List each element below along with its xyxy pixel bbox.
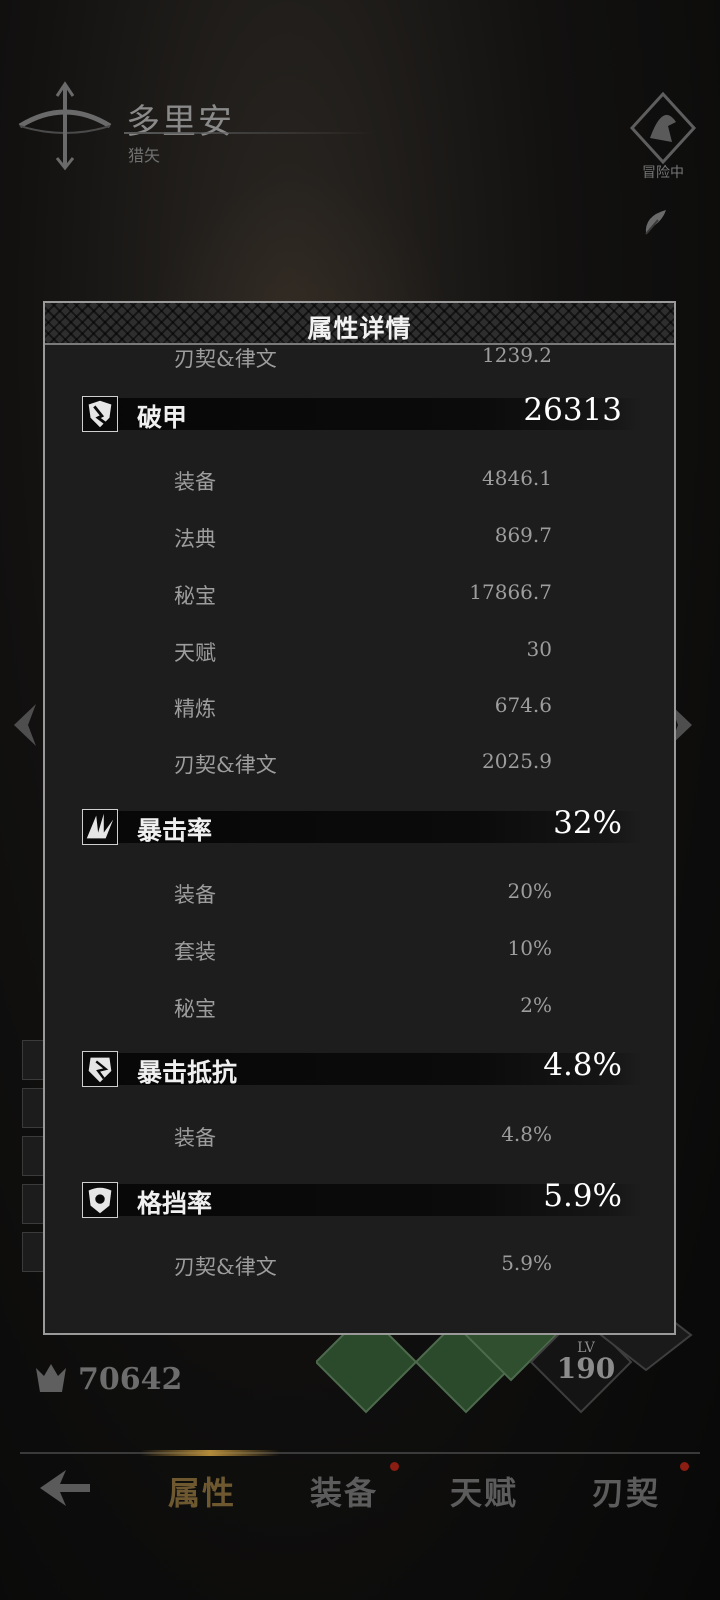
armor-break-icon xyxy=(82,396,118,432)
panel-title: 属性详情 xyxy=(307,314,412,343)
equipment-notification-dot xyxy=(390,1462,399,1471)
breakdown-value: 4.8% xyxy=(501,1122,552,1146)
blade-pact-notification-dot xyxy=(680,1462,689,1471)
name-underline xyxy=(124,132,374,134)
tab-divider xyxy=(20,1450,700,1456)
breakdown-row: 天赋 30 xyxy=(45,637,674,671)
stat-label: 暴击抵抗 xyxy=(137,1058,238,1087)
stat-value: 32% xyxy=(553,805,622,841)
stat-value: 26313 xyxy=(523,392,622,428)
breakdown-value: 4846.1 xyxy=(482,466,552,490)
stat-row-crit-resist[interactable]: 暴击抵抗 4.8% xyxy=(82,1047,642,1087)
breakdown-value: 869.7 xyxy=(494,523,552,547)
stat-value: 5.9% xyxy=(543,1178,622,1214)
breakdown-value: 5.9% xyxy=(501,1251,552,1275)
breakdown-value: 2025.9 xyxy=(482,749,552,773)
breakdown-row: 刃契&律文 1239.2 xyxy=(45,343,674,377)
breakdown-row: 刃契&律文 5.9% xyxy=(45,1251,674,1285)
attribute-list[interactable]: 刃契&律文 1239.2 破甲 26313 装备 4846.1 法典 869.7… xyxy=(45,343,674,1333)
breakdown-label: 刃契&律文 xyxy=(174,1255,277,1279)
breakdown-row: 套装 10% xyxy=(45,936,674,970)
bow-class-icon xyxy=(18,81,112,171)
breakdown-label: 装备 xyxy=(174,470,216,494)
tab-talent[interactable]: 天赋 xyxy=(450,1468,518,1514)
breakdown-row: 装备 20% xyxy=(45,879,674,913)
crest-status-label: 冒险中 xyxy=(642,165,684,181)
panel-header: 属性详情 xyxy=(45,303,674,345)
breakdown-row: 秘宝 2% xyxy=(45,993,674,1027)
attribute-detail-panel[interactable]: 属性详情 刃契&律文 1239.2 破甲 26313 装备 4846.1 法典 … xyxy=(43,301,676,1335)
tab-attributes[interactable]: 属性 xyxy=(168,1468,236,1514)
breakdown-value: 674.6 xyxy=(494,693,552,717)
level-value: 190 xyxy=(556,1352,616,1385)
tab-blade-pact[interactable]: 刃契 xyxy=(592,1468,660,1514)
stat-label: 暴击率 xyxy=(137,816,213,845)
breakdown-value: 17866.7 xyxy=(469,580,552,604)
stat-label: 格挡率 xyxy=(137,1189,213,1218)
breakdown-label: 精炼 xyxy=(174,697,216,721)
breakdown-label: 刃契&律文 xyxy=(174,347,277,371)
breakdown-label: 装备 xyxy=(174,1126,216,1150)
breakdown-label: 套装 xyxy=(174,940,216,964)
breakdown-value: 10% xyxy=(507,936,552,960)
breakdown-row: 装备 4.8% xyxy=(45,1122,674,1156)
breakdown-label: 刃契&律文 xyxy=(174,753,277,777)
breakdown-row: 秘宝 17866.7 xyxy=(45,580,674,614)
stat-row-block-rate[interactable]: 格挡率 5.9% xyxy=(82,1178,642,1218)
level-badge: LV 190 xyxy=(556,1340,616,1385)
character-class: 猎矢 xyxy=(128,146,161,165)
breakdown-label: 秘宝 xyxy=(174,997,216,1021)
stat-label: 破甲 xyxy=(137,403,188,432)
combat-power-value: 70642 xyxy=(78,1362,183,1397)
breakdown-label: 装备 xyxy=(174,883,216,907)
breakdown-row: 刃契&律文 2025.9 xyxy=(45,749,674,783)
breakdown-row: 精炼 674.6 xyxy=(45,693,674,727)
character-name: 多里安 xyxy=(126,102,234,142)
tab-equipment[interactable]: 装备 xyxy=(310,1468,378,1514)
feather-icon[interactable] xyxy=(636,204,676,244)
breakdown-label: 秘宝 xyxy=(174,584,216,608)
crit-rate-icon xyxy=(82,809,118,845)
breakdown-value: 2% xyxy=(520,993,552,1017)
back-arrow-icon[interactable] xyxy=(36,1466,94,1510)
breakdown-value: 30 xyxy=(526,637,552,661)
combat-power-icon xyxy=(36,1364,66,1392)
stat-value: 4.8% xyxy=(543,1047,622,1083)
block-rate-icon xyxy=(82,1182,118,1218)
breakdown-label: 法典 xyxy=(174,527,216,551)
active-tab-glow xyxy=(140,1450,280,1456)
breakdown-value: 20% xyxy=(507,879,552,903)
stat-row-crit-rate[interactable]: 暴击率 32% xyxy=(82,805,642,845)
breakdown-row: 装备 4846.1 xyxy=(45,466,674,500)
breakdown-label: 天赋 xyxy=(174,641,216,665)
breakdown-value: 1239.2 xyxy=(482,343,552,367)
breakdown-row: 法典 869.7 xyxy=(45,523,674,557)
crit-resist-icon xyxy=(82,1051,118,1087)
stat-row-armor-break[interactable]: 破甲 26313 xyxy=(82,392,642,432)
previous-character-arrow-icon[interactable] xyxy=(10,700,38,750)
